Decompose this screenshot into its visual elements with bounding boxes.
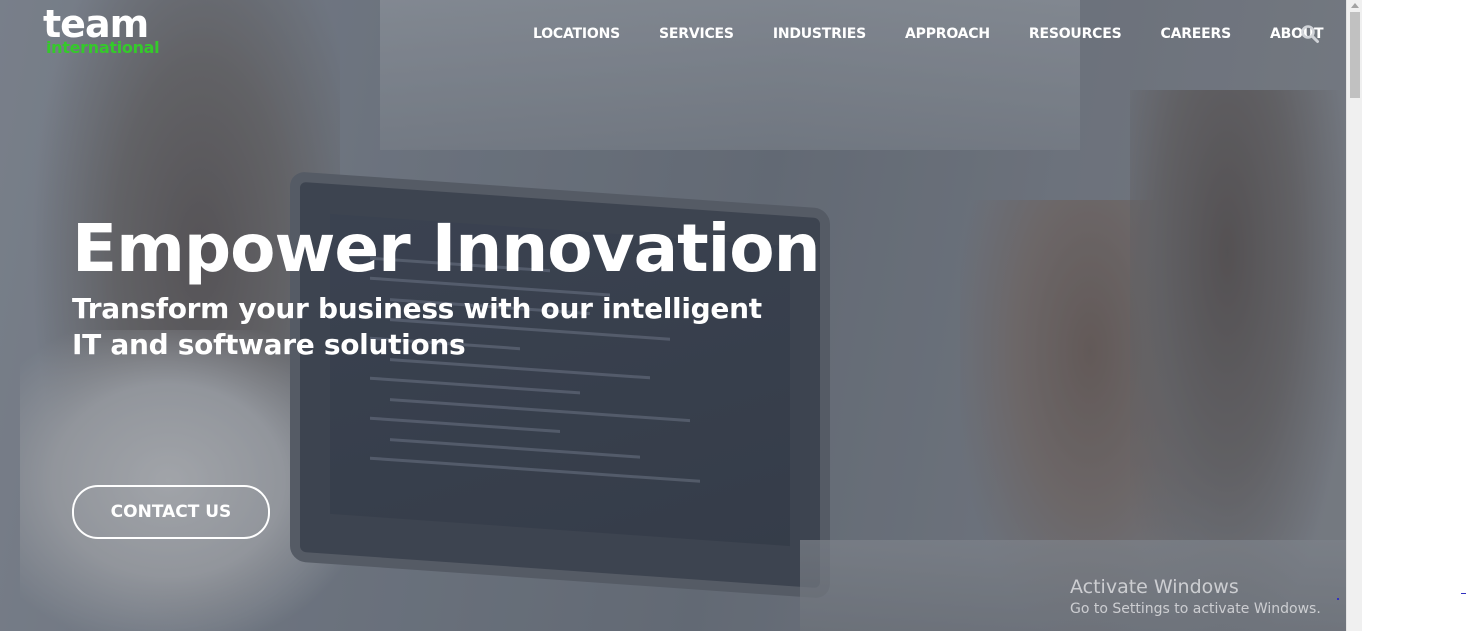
main-nav: LOCATIONS SERVICES INDUSTRIES APPROACH R… xyxy=(533,26,1346,42)
scrollbar-thumb[interactable] xyxy=(1350,12,1360,98)
activate-windows-watermark: Activate Windows Go to Settings to activ… xyxy=(1070,576,1321,617)
logo-international-text: international xyxy=(46,38,160,57)
contact-us-button[interactable]: CONTACT US xyxy=(72,485,270,539)
stray-mark xyxy=(1461,593,1466,594)
vertical-scrollbar[interactable] xyxy=(1346,0,1362,631)
nav-item-services[interactable]: SERVICES xyxy=(659,26,734,42)
site-logo[interactable]: team international xyxy=(43,5,160,57)
nav-item-locations[interactable]: LOCATIONS xyxy=(533,26,620,42)
scroll-up-arrow-icon[interactable] xyxy=(1351,3,1359,8)
nav-item-industries[interactable]: INDUSTRIES xyxy=(773,26,866,42)
hero-section: team international LOCATIONS SERVICES IN… xyxy=(0,0,1346,631)
activate-windows-title: Activate Windows xyxy=(1070,576,1239,598)
hero-subtitle: Transform your business with our intelli… xyxy=(72,292,762,361)
search-icon[interactable] xyxy=(1300,24,1320,44)
stray-mark xyxy=(1337,598,1339,600)
nav-item-careers[interactable]: CAREERS xyxy=(1161,26,1232,42)
nav-item-resources[interactable]: RESOURCES xyxy=(1029,26,1122,42)
nav-item-approach[interactable]: APPROACH xyxy=(905,26,990,42)
activate-windows-subtitle: Go to Settings to activate Windows. xyxy=(1070,601,1321,617)
hero-title: Empower Innovation xyxy=(72,210,821,287)
